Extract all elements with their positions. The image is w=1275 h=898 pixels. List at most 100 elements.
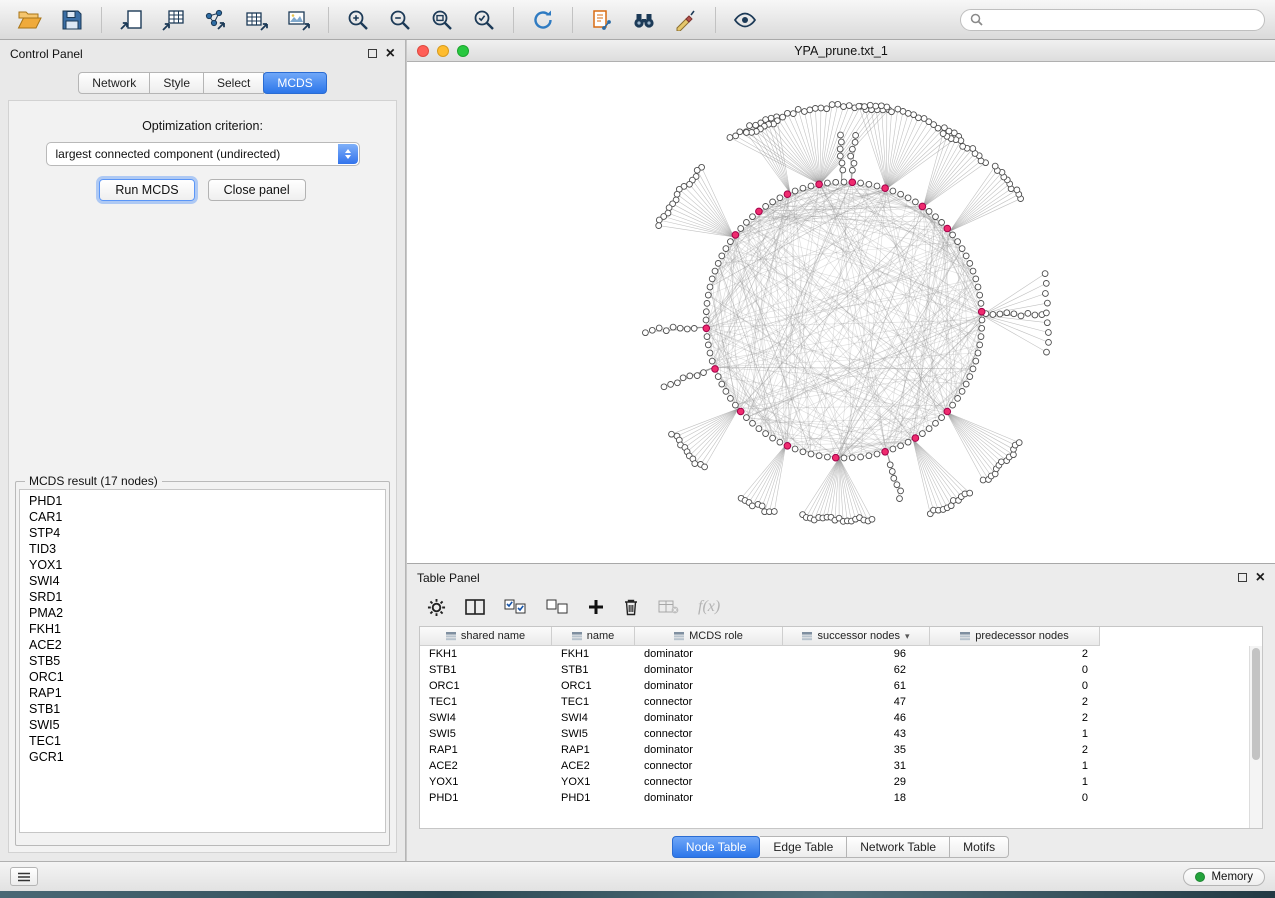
cell-shared_name[interactable]: FKH1 <box>420 648 552 660</box>
column-header-name[interactable]: name <box>552 627 635 646</box>
table-row[interactable]: ORC1ORC1dominator610 <box>420 678 1262 694</box>
cell-predecessors[interactable]: 2 <box>930 696 1100 708</box>
mcds-node-item[interactable]: STB1 <box>20 701 385 717</box>
delete-column-icon[interactable] <box>623 598 639 616</box>
cell-shared_name[interactable]: PHD1 <box>420 792 552 804</box>
cell-predecessors[interactable]: 1 <box>930 728 1100 740</box>
tab-node-table[interactable]: Node Table <box>672 836 761 858</box>
cell-name[interactable]: SWI5 <box>552 728 635 740</box>
table-row[interactable]: YOX1YOX1connector291 <box>420 774 1262 790</box>
cell-role[interactable]: connector <box>635 760 783 772</box>
annotation-icon[interactable] <box>666 4 706 36</box>
cell-predecessors[interactable]: 1 <box>930 760 1100 772</box>
cell-role[interactable]: dominator <box>635 744 783 756</box>
zoom-in-icon[interactable] <box>338 4 378 36</box>
refresh-icon[interactable] <box>523 4 563 36</box>
cell-shared_name[interactable]: SWI5 <box>420 728 552 740</box>
cell-role[interactable]: dominator <box>635 680 783 692</box>
cell-role[interactable]: connector <box>635 776 783 788</box>
column-header-predecessor-nodes[interactable]: predecessor nodes <box>930 627 1100 646</box>
cell-role[interactable]: connector <box>635 696 783 708</box>
cell-successors[interactable]: 47 <box>783 696 930 708</box>
scrollbar-thumb[interactable] <box>1252 648 1260 760</box>
close-table-panel-icon[interactable]: × <box>1256 573 1265 583</box>
cell-name[interactable]: YOX1 <box>552 776 635 788</box>
status-menu-icon[interactable] <box>10 867 38 886</box>
minimize-window-icon[interactable] <box>437 45 449 57</box>
network-graph[interactable] <box>407 62 1275 563</box>
cell-name[interactable]: ACE2 <box>552 760 635 772</box>
export-image-icon[interactable] <box>279 4 319 36</box>
cell-shared_name[interactable]: ACE2 <box>420 760 552 772</box>
cell-role[interactable]: connector <box>635 728 783 740</box>
tab-network-table[interactable]: Network Table <box>847 836 950 858</box>
close-panel-button[interactable]: Close panel <box>208 179 306 201</box>
mcds-node-item[interactable]: SWI5 <box>20 717 385 733</box>
mcds-node-item[interactable]: ORC1 <box>20 669 385 685</box>
clone-network-icon[interactable] <box>582 4 622 36</box>
mcds-node-item[interactable]: STP4 <box>20 525 385 541</box>
table-row[interactable]: PHD1PHD1dominator180 <box>420 790 1262 806</box>
close-panel-icon[interactable]: × <box>386 49 395 59</box>
cell-name[interactable]: FKH1 <box>552 648 635 660</box>
export-network-icon[interactable] <box>195 4 235 36</box>
select-all-icon[interactable] <box>504 599 527 615</box>
mcds-node-item[interactable]: YOX1 <box>20 557 385 573</box>
cell-successors[interactable]: 62 <box>783 664 930 676</box>
cell-shared_name[interactable]: STB1 <box>420 664 552 676</box>
column-header-shared-name[interactable]: shared name <box>420 627 552 646</box>
cell-successors[interactable]: 31 <box>783 760 930 772</box>
criterion-dropdown[interactable]: largest connected component (undirected) <box>46 142 360 166</box>
import-table-icon[interactable] <box>153 4 193 36</box>
table-row[interactable]: RAP1RAP1dominator352 <box>420 742 1262 758</box>
cell-shared_name[interactable]: RAP1 <box>420 744 552 756</box>
cell-name[interactable]: RAP1 <box>552 744 635 756</box>
table-row[interactable]: FKH1FKH1dominator962 <box>420 646 1262 662</box>
mcds-node-item[interactable]: PMA2 <box>20 605 385 621</box>
mcds-node-item[interactable]: SRD1 <box>20 589 385 605</box>
cell-successors[interactable]: 43 <box>783 728 930 740</box>
tab-motifs[interactable]: Motifs <box>950 836 1009 858</box>
memory-button[interactable]: Memory <box>1183 868 1265 886</box>
import-file-icon[interactable] <box>111 4 151 36</box>
run-mcds-button[interactable]: Run MCDS <box>99 179 194 201</box>
mcds-node-item[interactable]: TEC1 <box>20 733 385 749</box>
table-row[interactable]: ACE2ACE2connector311 <box>420 758 1262 774</box>
function-builder-icon[interactable]: f(x) <box>698 598 720 616</box>
zoom-fit-icon[interactable] <box>422 4 462 36</box>
mcds-node-item[interactable]: SWI4 <box>20 573 385 589</box>
mcds-node-item[interactable]: STB5 <box>20 653 385 669</box>
mcds-node-item[interactable]: TID3 <box>20 541 385 557</box>
table-scrollbar[interactable] <box>1249 646 1262 828</box>
deselect-all-icon[interactable] <box>546 599 569 615</box>
table-row[interactable]: SWI5SWI5connector431 <box>420 726 1262 742</box>
cell-predecessors[interactable]: 0 <box>930 680 1100 692</box>
cell-role[interactable]: dominator <box>635 664 783 676</box>
cell-name[interactable]: PHD1 <box>552 792 635 804</box>
zoom-selected-icon[interactable] <box>464 4 504 36</box>
open-file-icon[interactable] <box>10 4 50 36</box>
table-row[interactable]: TEC1TEC1connector472 <box>420 694 1262 710</box>
show-graphics-icon[interactable] <box>725 4 765 36</box>
cell-name[interactable]: TEC1 <box>552 696 635 708</box>
cell-shared_name[interactable]: ORC1 <box>420 680 552 692</box>
export-table-icon[interactable] <box>237 4 277 36</box>
cell-successors[interactable]: 46 <box>783 712 930 724</box>
float-table-panel-icon[interactable] <box>1238 573 1247 582</box>
mcds-node-item[interactable]: CAR1 <box>20 509 385 525</box>
cell-predecessors[interactable]: 1 <box>930 776 1100 788</box>
cell-shared_name[interactable]: YOX1 <box>420 776 552 788</box>
cell-shared_name[interactable]: TEC1 <box>420 696 552 708</box>
cell-name[interactable]: STB1 <box>552 664 635 676</box>
zoom-out-icon[interactable] <box>380 4 420 36</box>
cell-predecessors[interactable]: 0 <box>930 792 1100 804</box>
float-panel-icon[interactable] <box>368 49 377 58</box>
cell-successors[interactable]: 35 <box>783 744 930 756</box>
cell-predecessors[interactable]: 2 <box>930 744 1100 756</box>
mcds-node-item[interactable]: ACE2 <box>20 637 385 653</box>
table-row[interactable]: STB1STB1dominator620 <box>420 662 1262 678</box>
cell-name[interactable]: ORC1 <box>552 680 635 692</box>
column-header-successor-nodes[interactable]: successor nodes ▾ <box>783 627 930 646</box>
tab-mcds[interactable]: MCDS <box>263 72 326 94</box>
save-session-icon[interactable] <box>52 4 92 36</box>
